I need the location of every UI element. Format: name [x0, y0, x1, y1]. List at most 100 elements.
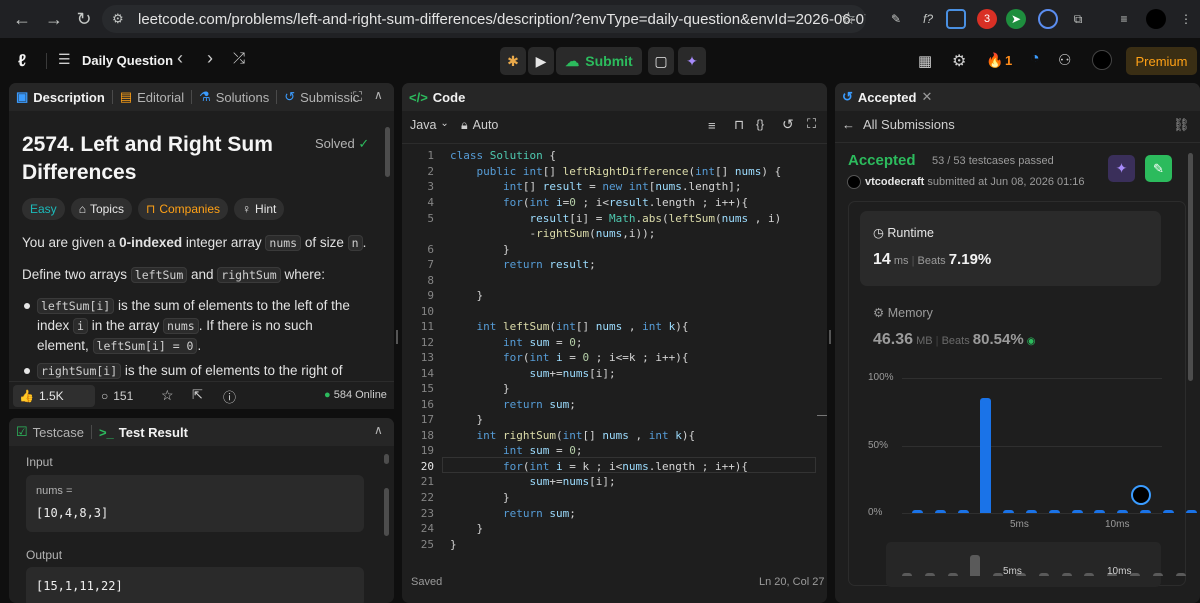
description-footer: 👍 1.5K ○ 151 ☆ ⇱ ⓘ ● 584 Online: [9, 381, 394, 409]
tab-solutions[interactable]: ⚗ Solutions: [192, 89, 276, 105]
resize-handle[interactable]: [829, 330, 831, 344]
language-selector[interactable]: Java ⌄: [410, 118, 449, 132]
run-button[interactable]: ▶: [528, 47, 554, 75]
solved-status: Solved ✓: [315, 136, 369, 152]
extension-badge-icon[interactable]: 3: [977, 9, 997, 29]
share-icon[interactable]: ⇱: [192, 387, 203, 403]
menu-icon[interactable]: ⋮: [1176, 9, 1196, 29]
lock-icon: 🔒︎: [461, 118, 468, 132]
extension-badge-count: 3: [983, 13, 991, 25]
back-icon[interactable]: ←: [8, 5, 36, 33]
reload-icon[interactable]: ↻: [70, 5, 98, 33]
debug-icon[interactable]: ✱: [500, 47, 526, 75]
mini-bar: [1152, 573, 1163, 576]
topics-chip[interactable]: ⌂ Topics: [70, 198, 132, 220]
tag-icon: ⌂: [78, 202, 86, 216]
collapse-icon[interactable]: ∧: [374, 88, 383, 102]
profile-avatar[interactable]: [1146, 9, 1166, 29]
layout-icon[interactable]: ▦: [918, 52, 932, 70]
submit-button[interactable]: ☁ Submit: [556, 47, 642, 75]
mini-bar: [1061, 573, 1072, 576]
input-value: [10,4,8,3]: [36, 506, 109, 520]
submission-scrollbar[interactable]: [1188, 153, 1193, 381]
puzzle-icon[interactable]: ⧉: [1068, 9, 1088, 29]
scroll-up-arrow[interactable]: [384, 454, 389, 464]
address-bar[interactable]: ⚙ leetcode.com/problems/left-and-right-s…: [102, 5, 866, 33]
notes-icon[interactable]: ▢: [648, 47, 674, 75]
test-scrollbar[interactable]: [384, 488, 389, 536]
bookmark-star-icon[interactable]: ☆: [841, 9, 856, 29]
mini-bar: [970, 554, 981, 576]
braces-icon[interactable]: {}: [756, 117, 764, 131]
mini-bar: [924, 573, 935, 576]
tab-description-label: Description: [33, 89, 105, 105]
document-icon: ▣: [16, 89, 29, 104]
collapse-icon[interactable]: ∧: [374, 423, 383, 437]
tab-testcase[interactable]: ☑ Testcase: [9, 424, 91, 440]
resize-handle[interactable]: [396, 330, 398, 344]
cursor-position: Ln 20, Col 27: [759, 576, 825, 588]
maximize-icon[interactable]: ⛶: [353, 89, 362, 105]
mini-bar: [1130, 573, 1140, 576]
mini-bar: [1038, 573, 1049, 576]
divider: [46, 53, 47, 69]
input-box: nums = [10,4,8,3]: [26, 475, 364, 532]
my-submission-marker[interactable]: [1131, 485, 1151, 505]
next-problem-icon[interactable]: ›: [207, 48, 213, 69]
problem-title: 2574. Left and Right Sum Differences: [22, 131, 273, 187]
problem-list-icon[interactable]: ☰: [58, 51, 71, 68]
companies-chip[interactable]: ⊓ Companies: [137, 198, 229, 220]
mini-bar: [902, 573, 912, 576]
tab-description[interactable]: ▣ Description: [9, 89, 112, 105]
forward-icon[interactable]: →: [40, 5, 68, 33]
tab-testcase-label: Testcase: [32, 424, 84, 440]
tab-code[interactable]: </> Code: [402, 90, 472, 105]
timer-icon[interactable]: ◔: [1030, 50, 1040, 68]
sync-extension-icon[interactable]: [1038, 9, 1058, 29]
tab-test-result-label: Test Result: [118, 424, 188, 440]
formula-icon[interactable]: f?: [918, 9, 938, 29]
hint-label: Hint: [255, 202, 277, 216]
cursor-extension-icon[interactable]: ➤: [1006, 9, 1026, 29]
streak-count: 1: [1005, 53, 1013, 68]
tab-test-result[interactable]: >_ Test Result: [92, 425, 195, 440]
mini-x-tick-label: 10ms: [1107, 566, 1132, 577]
settings-gear-icon[interactable]: ⚙: [952, 51, 966, 71]
hint-chip[interactable]: ♀ Hint: [234, 198, 285, 220]
output-box: [15,1,11,22]: [26, 567, 364, 603]
mode-selector[interactable]: 🔒︎ Auto: [461, 118, 498, 133]
streak-fire-icon[interactable]: 🔥: [986, 52, 1003, 69]
history-icon: ↺: [284, 89, 296, 104]
help-icon[interactable]: ⓘ: [223, 387, 236, 406]
like-button[interactable]: 👍 1.5K: [13, 385, 95, 407]
site-info-icon[interactable]: ⚙: [112, 11, 128, 27]
add-friend-icon[interactable]: ⚇: [1058, 51, 1071, 69]
browser-toolbar: ← → ↻ ⚙ leetcode.com/problems/left-and-r…: [0, 0, 1200, 38]
topics-label: Topics: [89, 202, 124, 216]
lightbulb-icon: ♀: [242, 202, 252, 216]
comment-icon: ○: [101, 389, 109, 403]
prev-problem-icon[interactable]: ‹: [177, 48, 183, 69]
user-avatar[interactable]: [1092, 50, 1112, 70]
reset-icon[interactable]: ↺: [782, 116, 794, 133]
tab-submissions-label: Submissic: [300, 89, 360, 105]
random-problem-icon[interactable]: ⤮: [233, 50, 245, 67]
format-icon[interactable]: ≡: [708, 118, 716, 133]
bookmark-icon[interactable]: ⊓: [734, 117, 744, 133]
mini-bar: [947, 573, 958, 576]
tab-editorial[interactable]: ▤ Editorial: [113, 89, 191, 105]
screenshot-extension-icon[interactable]: [946, 9, 966, 29]
fullscreen-icon[interactable]: ⛶: [807, 116, 816, 132]
eyedropper-icon[interactable]: ✎: [886, 9, 906, 29]
reading-list-icon[interactable]: ≡: [1114, 9, 1134, 29]
ai-assist-icon[interactable]: ✦: [678, 47, 706, 75]
favorite-star-icon[interactable]: ☆: [161, 387, 174, 404]
mini-bar: [993, 573, 1004, 576]
description-scrollbar[interactable]: [385, 127, 390, 177]
premium-button[interactable]: Premium: [1126, 47, 1197, 75]
leetcode-logo-icon[interactable]: ℓ: [18, 51, 38, 71]
companies-label: Companies: [159, 202, 221, 216]
comments-button[interactable]: ○ 151: [101, 389, 133, 403]
daily-question-link[interactable]: Daily Question: [82, 53, 173, 68]
thumbs-up-icon: 👍: [19, 389, 34, 403]
